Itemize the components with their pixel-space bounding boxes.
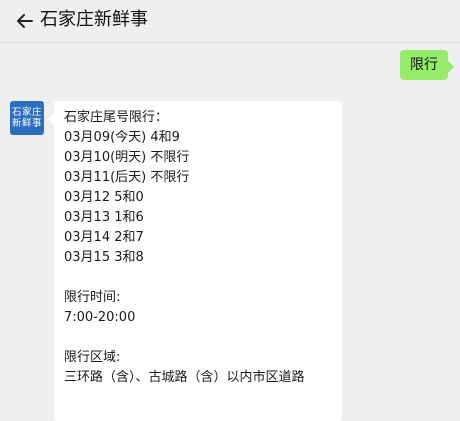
chat-title: 石家庄新鲜事 — [40, 9, 148, 30]
message-line: 03月09(今天) 4和9 — [64, 130, 180, 145]
message-line: 7:00-20:00 — [64, 310, 136, 325]
outgoing-message: 限行 — [400, 50, 454, 80]
message-line: 03月10(明天) 不限行 — [64, 150, 190, 165]
message-line: 03月11(后天) 不限行 — [64, 170, 190, 185]
incoming-bubble[interactable]: 石家庄尾号限行： 03月09(今天) 4和9 03月10(明天) 不限行 03月… — [48, 101, 342, 421]
avatar-text-bottom: 新鲜事 — [11, 118, 42, 129]
outgoing-bubble[interactable]: 限行 — [400, 50, 454, 80]
message-line: 03月14 2和7 — [64, 230, 144, 245]
message-line: 03月13 1和6 — [64, 210, 144, 225]
message-line: 03月15 3和8 — [64, 250, 144, 265]
back-arrow-icon — [17, 14, 33, 28]
avatar[interactable]: 石家庄 新鲜事 — [10, 101, 44, 135]
avatar-text-top: 石家庄 — [11, 107, 42, 118]
back-button[interactable] — [12, 8, 38, 34]
message-line: 限行区域: — [64, 350, 121, 365]
message-line: 石家庄尾号限行： — [64, 110, 169, 125]
message-line: 限行时间: — [64, 290, 121, 305]
top-bar: 石家庄新鲜事 — [0, 0, 460, 43]
message-line: 三环路（含）、古城路（含）以内市区道路 — [64, 370, 305, 385]
message-line: 03月12 5和0 — [64, 190, 144, 205]
